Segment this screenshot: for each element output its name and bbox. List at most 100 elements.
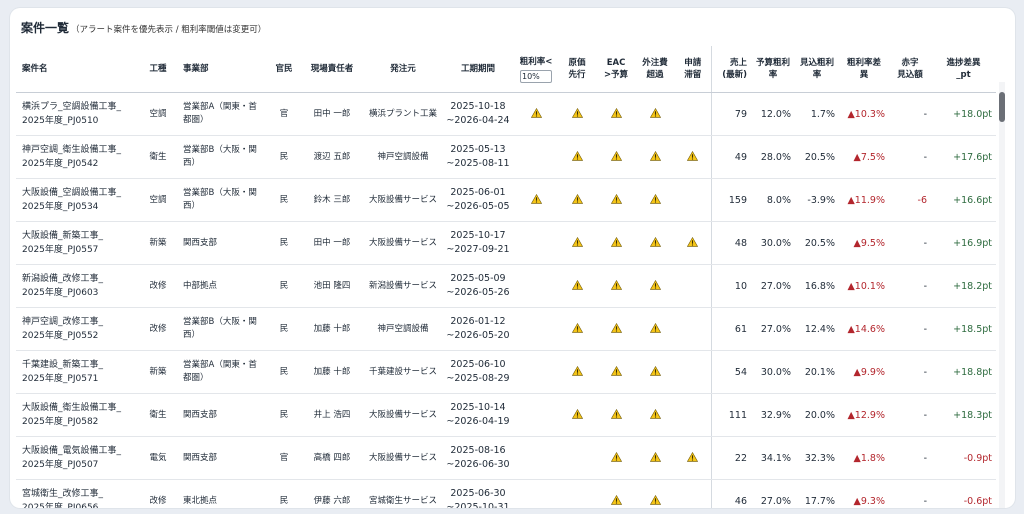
cell-dept: 関西支部 bbox=[177, 393, 269, 437]
cell-client: 宮城衛生サービス bbox=[365, 479, 441, 508]
cell-alert-cost-first bbox=[557, 221, 597, 265]
cell-dept: 営業部A（関東・首都圏） bbox=[177, 350, 269, 394]
warning-triangle-icon bbox=[649, 194, 661, 204]
cell-kind: 衛生 bbox=[139, 393, 177, 437]
cell-kind: 新築 bbox=[139, 221, 177, 265]
cell-alert-outsource bbox=[635, 221, 675, 265]
cell-client: 大阪設備サービス bbox=[365, 221, 441, 265]
cell-project-name[interactable]: 新潟設備_改修工事_ 2025年度_PJ0603 bbox=[16, 264, 139, 308]
col-header-sector[interactable]: 官民 bbox=[269, 46, 299, 93]
cell-deficit: - bbox=[889, 135, 931, 179]
col-header-period[interactable]: 工期期間 bbox=[441, 46, 515, 93]
cell-alert-margin-low bbox=[515, 178, 557, 222]
cell-sector: 民 bbox=[269, 393, 299, 437]
col-header-deficit[interactable]: 赤字 見込額 bbox=[889, 46, 931, 93]
cell-margin-diff: ▲10.3% bbox=[839, 92, 889, 136]
cell-project-name[interactable]: 千葉建設_新築工事_ 2025年度_PJ0571 bbox=[16, 350, 139, 394]
col-header-name[interactable]: 案件名 bbox=[16, 46, 139, 93]
table-row[interactable]: 大阪設備_衛生設備工事_ 2025年度_PJ0582 衛生 関西支部 民 井上 浩… bbox=[16, 393, 996, 437]
cell-client: 神戸空調設備 bbox=[365, 307, 441, 351]
cell-budget-margin: 27.0% bbox=[751, 479, 795, 508]
cell-period: 2025-06-30 ~2025-10-31 bbox=[441, 479, 515, 508]
cell-deficit: - bbox=[889, 221, 931, 265]
table-row[interactable]: 新潟設備_改修工事_ 2025年度_PJ0603 改修 中部拠点 民 池田 隆四 … bbox=[16, 264, 996, 308]
cell-alert-cost-first bbox=[557, 350, 597, 394]
cell-manager: 田中 一郎 bbox=[299, 92, 365, 136]
cell-project-name[interactable]: 神戸空調_改修工事_ 2025年度_PJ0552 bbox=[16, 307, 139, 351]
cell-manager: 加藤 十郎 bbox=[299, 350, 365, 394]
cell-budget-margin: 30.0% bbox=[751, 221, 795, 265]
table-row[interactable]: 大阪設備_新築工事_ 2025年度_PJ0557 新築 関西支部 民 田中 一郎 … bbox=[16, 221, 996, 265]
cell-alert-outsource bbox=[635, 178, 675, 222]
cell-alert-cost-first bbox=[557, 436, 597, 480]
cell-margin-diff: ▲9.9% bbox=[839, 350, 889, 394]
warning-triangle-icon bbox=[610, 194, 622, 204]
cell-forecast-margin: 1.7% bbox=[795, 92, 839, 136]
cell-alert-margin-low bbox=[515, 264, 557, 308]
col-header-margin-diff[interactable]: 粗利率差異 bbox=[839, 46, 889, 93]
cell-project-name[interactable]: 大阪設備_新築工事_ 2025年度_PJ0557 bbox=[16, 221, 139, 265]
cell-progress: +16.6pt bbox=[931, 178, 996, 222]
warning-triangle-icon bbox=[610, 495, 622, 505]
cell-margin-diff: ▲12.9% bbox=[839, 393, 889, 437]
vertical-scrollbar[interactable] bbox=[999, 82, 1005, 508]
cell-project-name[interactable]: 大阪設備_電気設備工事_ 2025年度_PJ0507 bbox=[16, 436, 139, 480]
col-header-margin-low: 粗利率< bbox=[515, 46, 557, 93]
cell-progress: +18.0pt bbox=[931, 92, 996, 136]
col-header-manager[interactable]: 現場責任者 bbox=[299, 46, 365, 93]
cell-project-name[interactable]: 宮城衛生_改修工事_ 2025年度_PJ0656 bbox=[16, 479, 139, 508]
table-row[interactable]: 神戸空調_改修工事_ 2025年度_PJ0552 改修 営業部B（大阪・関西） 民… bbox=[16, 307, 996, 351]
cell-deficit: - bbox=[889, 264, 931, 308]
cell-alert-cost-first bbox=[557, 393, 597, 437]
col-header-forecast-margin[interactable]: 見込粗利率 bbox=[795, 46, 839, 93]
cell-project-name[interactable]: 横浜プラ_空調設備工事_ 2025年度_PJ0510 bbox=[16, 92, 139, 136]
warning-triangle-icon bbox=[571, 323, 583, 333]
warning-triangle-icon bbox=[649, 151, 661, 161]
col-header-client[interactable]: 発注元 bbox=[365, 46, 441, 93]
cell-period: 2025-10-17 ~2027-09-21 bbox=[441, 221, 515, 265]
project-list-card: 案件一覧 （アラート案件を優先表示 / 粗利率閾値は変更可） 案件名 工種 事業部… bbox=[10, 8, 1015, 508]
cell-alert-margin-low bbox=[515, 221, 557, 265]
cell-kind: 改修 bbox=[139, 307, 177, 351]
table-row[interactable]: 大阪設備_電気設備工事_ 2025年度_PJ0507 電気 関西支部 官 高橋 四… bbox=[16, 436, 996, 480]
cell-budget-margin: 32.9% bbox=[751, 393, 795, 437]
warning-triangle-icon bbox=[571, 108, 583, 118]
cell-alert-application bbox=[675, 92, 711, 136]
col-header-budget-margin[interactable]: 予算粗利率 bbox=[751, 46, 795, 93]
col-header-progress[interactable]: 進捗差異 _pt bbox=[931, 46, 996, 93]
col-header-cost-first[interactable]: 原価 先行 bbox=[557, 46, 597, 93]
warning-triangle-icon bbox=[687, 452, 699, 462]
cell-dept: 中部拠点 bbox=[177, 264, 269, 308]
col-header-dept[interactable]: 事業部 bbox=[177, 46, 269, 93]
warning-triangle-icon bbox=[687, 151, 699, 161]
col-header-sales[interactable]: 売上 (最新) bbox=[710, 46, 751, 93]
table-row[interactable]: 千葉建設_新築工事_ 2025年度_PJ0571 新築 営業部A（関東・首都圏） … bbox=[16, 350, 996, 394]
table-row[interactable]: 横浜プラ_空調設備工事_ 2025年度_PJ0510 空調 営業部A（関東・首都圏… bbox=[16, 92, 996, 136]
cell-progress: +18.2pt bbox=[931, 264, 996, 308]
table-row[interactable]: 神戸空調_衛生設備工事_ 2025年度_PJ0542 衛生 営業部B（大阪・関西）… bbox=[16, 135, 996, 179]
project-table-container[interactable]: 案件名 工種 事業部 官民 現場責任者 発注元 工期期間 粗利率< 原価先行 E… bbox=[16, 46, 996, 508]
cell-period: 2025-05-13 ~2025-08-11 bbox=[441, 135, 515, 179]
cell-sales: 79 bbox=[710, 92, 751, 136]
cell-alert-application bbox=[675, 479, 711, 508]
margin-threshold-input[interactable] bbox=[520, 69, 552, 83]
table-row[interactable]: 宮城衛生_改修工事_ 2025年度_PJ0656 改修 東北拠点 民 伊藤 六郎 … bbox=[16, 479, 996, 508]
cell-alert-outsource bbox=[635, 393, 675, 437]
cell-alert-margin-low bbox=[515, 92, 557, 136]
cell-project-name[interactable]: 大阪設備_空調設備工事_ 2025年度_PJ0534 bbox=[16, 178, 139, 222]
cell-alert-outsource bbox=[635, 307, 675, 351]
cell-alert-eac bbox=[597, 393, 635, 437]
cell-client: 大阪設備サービス bbox=[365, 178, 441, 222]
col-header-application[interactable]: 申請 滞留 bbox=[675, 46, 711, 93]
scrollbar-thumb[interactable] bbox=[999, 92, 1005, 122]
table-row[interactable]: 大阪設備_空調設備工事_ 2025年度_PJ0534 空調 営業部B（大阪・関西）… bbox=[16, 178, 996, 222]
cell-project-name[interactable]: 神戸空調_衛生設備工事_ 2025年度_PJ0542 bbox=[16, 135, 139, 179]
warning-triangle-icon bbox=[571, 366, 583, 376]
cell-kind: 衛生 bbox=[139, 135, 177, 179]
col-header-eac[interactable]: EAC >予算 bbox=[597, 46, 635, 93]
cell-project-name[interactable]: 大阪設備_衛生設備工事_ 2025年度_PJ0582 bbox=[16, 393, 139, 437]
cell-manager: 鈴木 三郎 bbox=[299, 178, 365, 222]
cell-forecast-margin: 20.5% bbox=[795, 221, 839, 265]
col-header-kind[interactable]: 工種 bbox=[139, 46, 177, 93]
col-header-outsource[interactable]: 外注費 超過 bbox=[635, 46, 675, 93]
